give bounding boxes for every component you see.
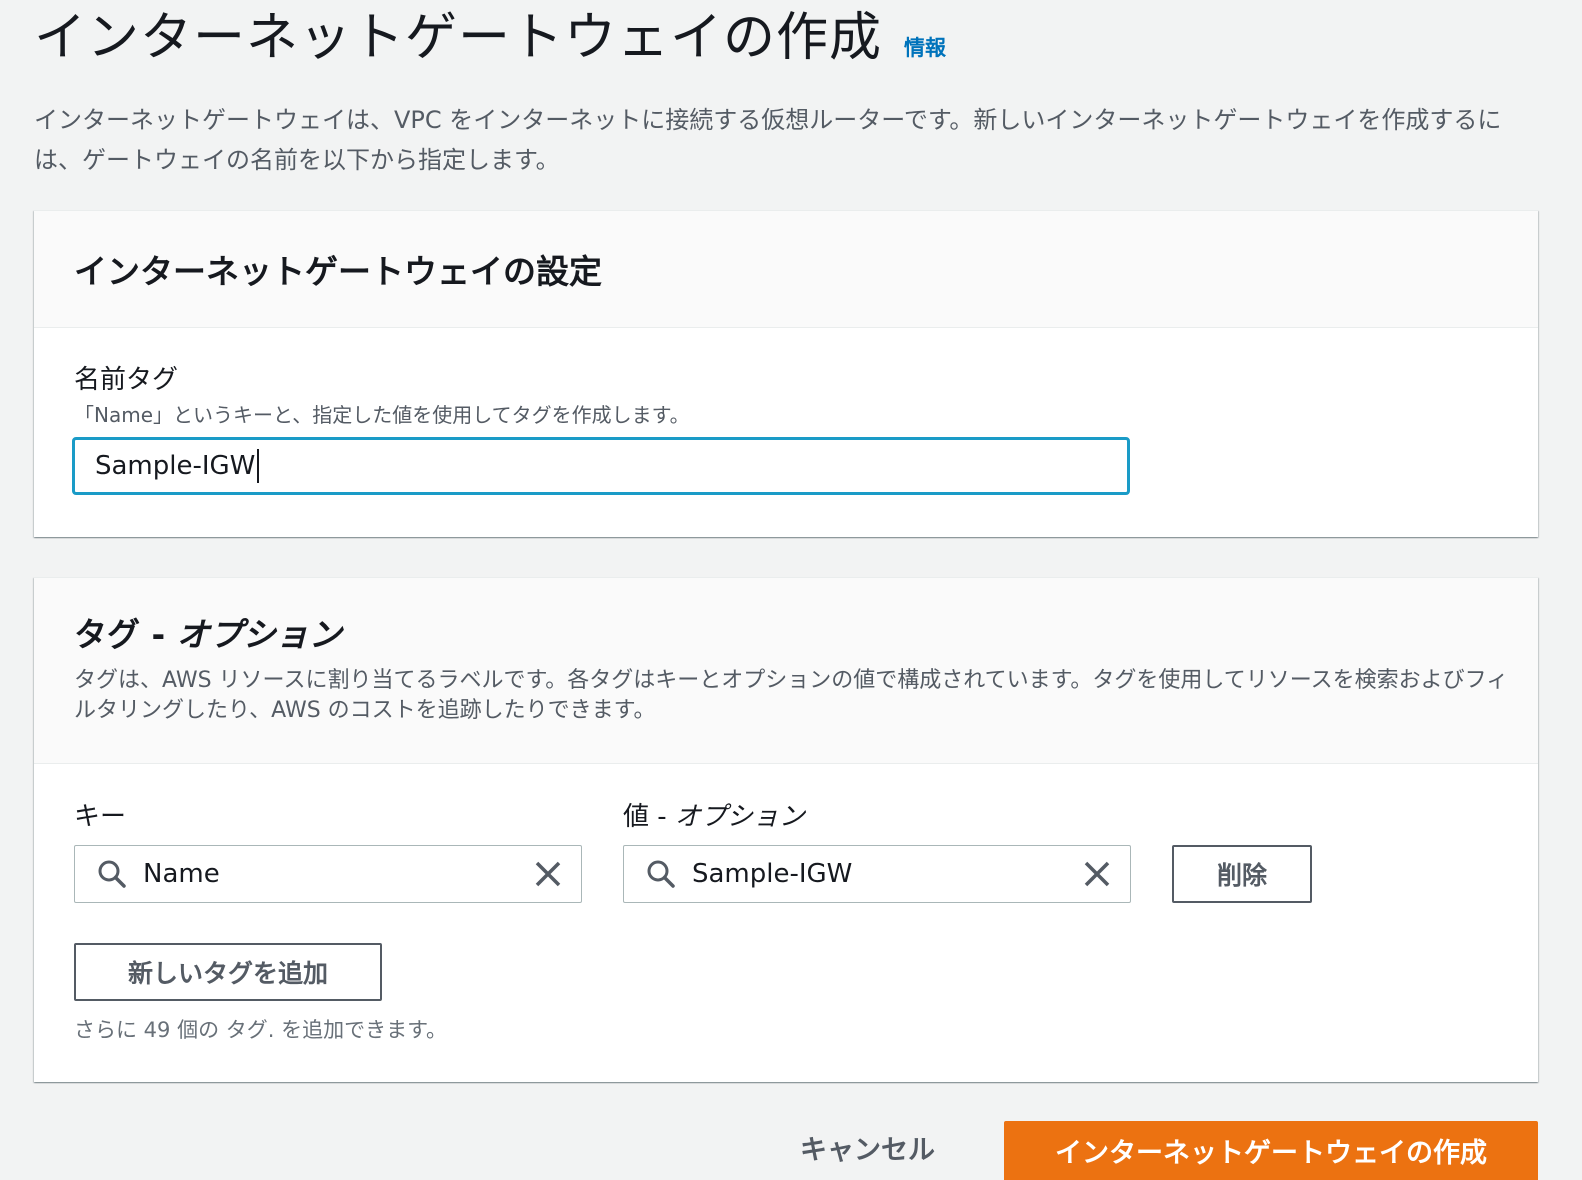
tag-value-value: Sample-IGW [692, 859, 853, 889]
text-caret [257, 449, 260, 483]
add-tag-button[interactable]: 新しいタグを追加 [74, 943, 382, 1001]
tags-title: タグ - オプション [74, 608, 1498, 656]
igw-settings-panel: インターネットゲートウェイの設定 名前タグ 「Name」というキーと、指定した値… [34, 210, 1538, 537]
igw-settings-title: インターネットゲートウェイの設定 [74, 252, 602, 291]
search-icon [644, 857, 678, 891]
igw-settings-header: インターネットゲートウェイの設定 [34, 211, 1538, 328]
name-tag-input[interactable]: Sample-IGW [72, 437, 1130, 495]
key-label: キー [74, 802, 127, 832]
tags-header: タグ - オプション タグは、AWS リソースに割り当てるラベルです。各タグはキ… [34, 578, 1538, 764]
name-tag-input-value: Sample-IGW [95, 451, 256, 481]
value-label-optional: オプション [674, 802, 805, 832]
page-title: インターネットゲートウェイの作成 [34, 8, 883, 68]
tag-key-value: Name [143, 859, 220, 889]
clear-key-icon[interactable] [531, 857, 565, 891]
create-igw-button[interactable]: インターネットゲートウェイの作成 [1004, 1121, 1538, 1180]
remove-tag-button[interactable]: 削除 [1172, 845, 1312, 903]
tags-panel: タグ - オプション タグは、AWS リソースに割り当てるラベルです。各タグはキ… [34, 577, 1538, 1082]
remaining-tags-note: さらに 49 個の タグ. を追加できます。 [74, 1018, 447, 1042]
value-label-main: 値 - [623, 802, 675, 832]
page-description: インターネットゲートウェイは、VPC をインターネットに接続する仮想ルーターです… [34, 106, 1502, 174]
clear-value-icon[interactable] [1080, 857, 1114, 891]
value-label: 値 - オプション [623, 796, 805, 833]
tags-title-optional: オプション [176, 615, 342, 654]
create-igw-page: インターネットゲートウェイの作成 情報 インターネットゲートウェイは、VPC を… [0, 0, 1582, 1180]
search-icon [95, 857, 129, 891]
cancel-button[interactable]: キャンセル [800, 1128, 935, 1167]
tag-value-input[interactable]: Sample-IGW [623, 845, 1131, 903]
name-tag-label: 名前タグ [74, 365, 179, 395]
name-tag-description: 「Name」というキーと、指定した値を使用してタグを作成します。 [74, 403, 690, 427]
info-link[interactable]: 情報 [904, 32, 946, 62]
title-row: インターネットゲートウェイの作成 情報 [34, 2, 946, 74]
tags-description: タグは、AWS リソースに割り当てるラベルです。各タグはキーとオプションの値で構… [74, 668, 1509, 723]
tags-title-main: タグ - [74, 615, 177, 654]
tag-key-input[interactable]: Name [74, 845, 582, 903]
